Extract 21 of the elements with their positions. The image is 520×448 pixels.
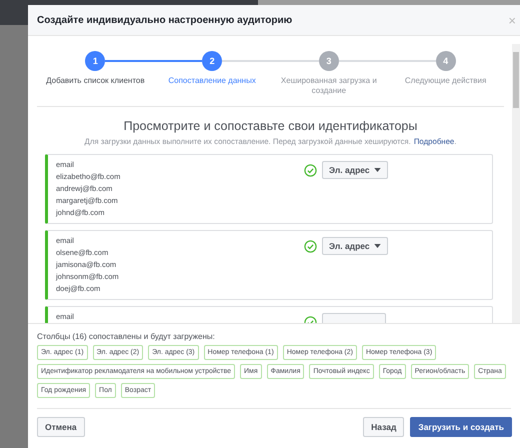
back-button[interactable]: Назад: [363, 417, 404, 437]
dialog-title: Создайте индивидуально настроенную аудиторию: [37, 14, 294, 26]
step-label[interactable]: Сопоставление данных: [157, 76, 268, 86]
step-label[interactable]: Добавить список клиентов: [40, 76, 150, 86]
step-circle[interactable]: 4: [436, 51, 456, 71]
heading: Просмотрите и сопоставьте свои идентификаторы: [122, 119, 418, 133]
check-icon: [304, 164, 317, 177]
mapping-dropdown[interactable]: Эл. адрес: [322, 161, 388, 179]
cancel-button[interactable]: Отмена: [37, 417, 85, 437]
step-circle[interactable]: 2: [202, 51, 222, 71]
scrollbar[interactable]: [512, 44, 520, 323]
step-circle[interactable]: 1: [85, 51, 106, 71]
mapping-dropdown[interactable]: Эл. адрес: [322, 237, 388, 255]
step-circle[interactable]: 3: [318, 51, 339, 71]
submit-button[interactable]: Загрузить и создать: [410, 417, 512, 437]
step-label[interactable]: Хешированная загрузка и создание: [274, 76, 384, 96]
caret-icon: [374, 244, 381, 248]
check-icon: [304, 240, 317, 253]
summary-text: Столбцы (16) сопоставлены и будут загружены:: [37, 332, 216, 341]
caret-icon: [374, 168, 381, 172]
step-label[interactable]: Следующие действия: [390, 76, 501, 86]
